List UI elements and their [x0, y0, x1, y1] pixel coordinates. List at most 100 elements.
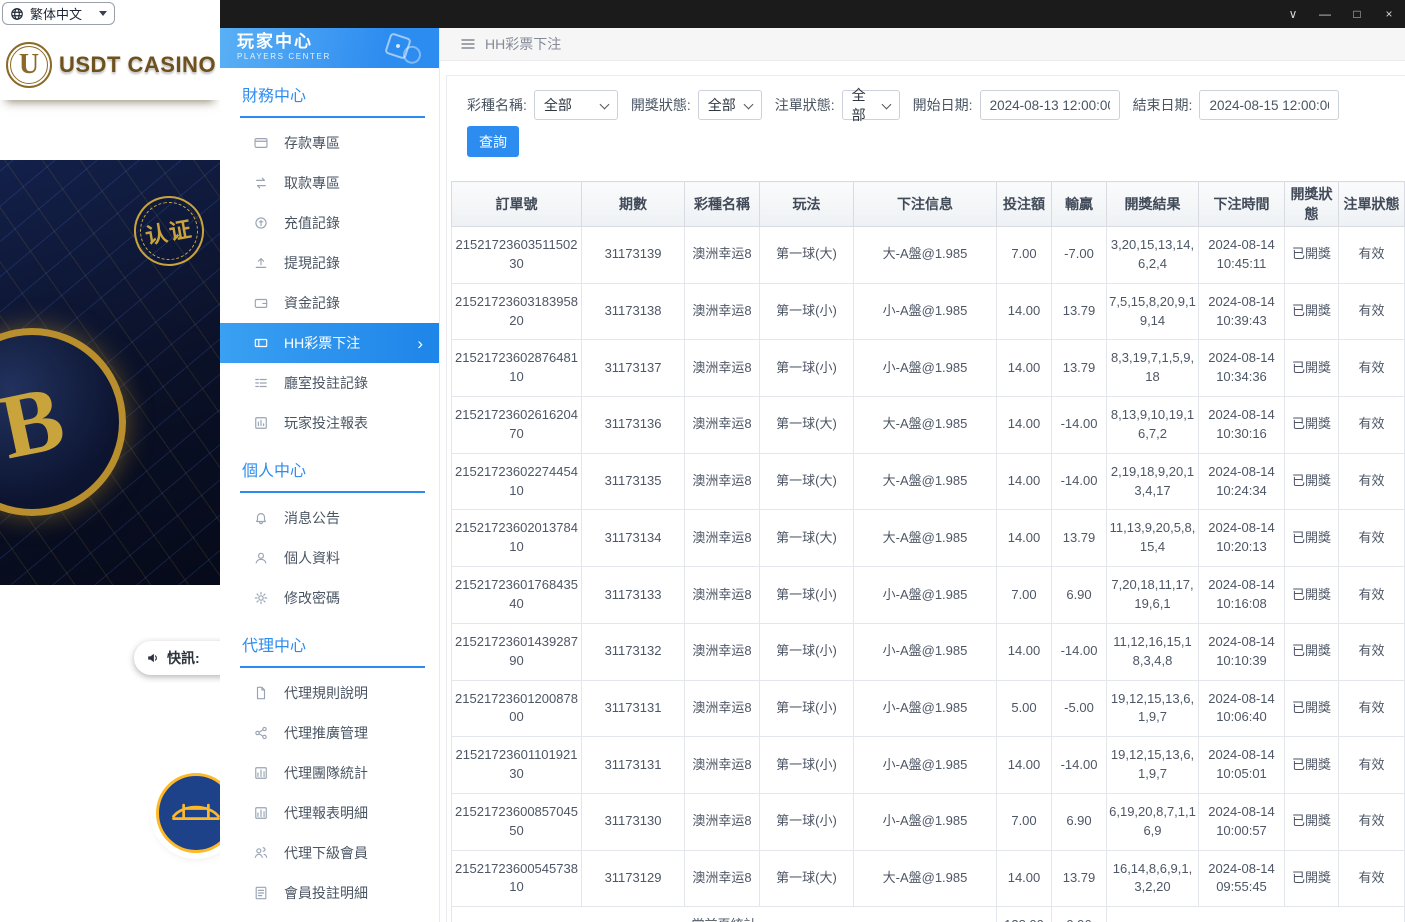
sidebar-item-agent-team-stats[interactable]: 代理團隊統計 [220, 753, 439, 793]
table-cell: 2024-08-14 10:45:11 [1199, 227, 1285, 284]
draw-status-select[interactable]: 全部 [698, 90, 762, 120]
sidebar-item-label: 個人資料 [284, 548, 340, 568]
sidebar-item-messages[interactable]: 消息公告 [220, 498, 439, 538]
app-window: 繁体中文 U USDT CASINO B 认证 快訊: ∨—□× 玩家中心 PL… [0, 0, 1405, 922]
table-row: 215217236014392879031173132澳洲幸运8第一球(小)小-… [452, 623, 1405, 680]
column-header: 下注信息 [854, 182, 997, 227]
table-cell: 有效 [1339, 283, 1405, 340]
table-cell: 11,12,16,15,18,3,4,8 [1107, 623, 1199, 680]
search-button[interactable]: 查詢 [467, 126, 519, 157]
table-cell: 14.00 [997, 283, 1052, 340]
table-cell: 小-A盤@1.985 [854, 340, 997, 397]
table-cell: 已開獎 [1285, 623, 1339, 680]
caret-down-icon [99, 11, 107, 16]
table-cell: 有效 [1339, 680, 1405, 737]
table-cell: 小-A盤@1.985 [854, 623, 997, 680]
column-header: 開獎狀態 [1285, 182, 1339, 227]
hamburger-menu-icon[interactable] [460, 36, 476, 52]
table-cell: 已開獎 [1285, 283, 1339, 340]
close-button[interactable]: × [1373, 0, 1405, 28]
table-cell: 2152172360120087800 [452, 680, 582, 737]
sidebar-item-label: 代理報表明細 [284, 803, 368, 823]
sidebar-item-label: 代理下級會員 [284, 843, 368, 863]
sidebar-item-withdrawal-records[interactable]: 提現記錄 [220, 243, 439, 283]
table-cell: 31173138 [582, 283, 685, 340]
maximize-button[interactable]: □ [1341, 0, 1373, 28]
sidebar-item-hh-lottery-bets[interactable]: HH彩票下注› [220, 323, 439, 363]
minimize-button[interactable]: — [1309, 0, 1341, 28]
table-cell: 7,20,18,11,17,19,6,1 [1107, 567, 1199, 624]
section-title: 財務中心 [240, 68, 425, 118]
chevron-down-button[interactable]: ∨ [1277, 0, 1309, 28]
table-cell: -14.00 [1052, 453, 1107, 510]
sidebar-item-agent-rules[interactable]: 代理規則說明 [220, 673, 439, 713]
sidebar-item-deposit-area[interactable]: 存款專區 [220, 123, 439, 163]
table-cell: 31173139 [582, 227, 685, 284]
news-ticker[interactable]: 快訊: [134, 641, 220, 675]
table-cell: 2152172360287648110 [452, 340, 582, 397]
end-date-input[interactable] [1199, 90, 1339, 120]
sidebar-item-label: 代理推廣管理 [284, 723, 368, 743]
table-cell: 13.79 [1052, 510, 1107, 567]
order-status-select[interactable]: 全部 [842, 90, 900, 120]
sidebar-item-funds-records[interactable]: 資金記錄 [220, 283, 439, 323]
order-status-value: 全部 [852, 85, 877, 125]
table-cell: 31173134 [582, 510, 685, 567]
table-cell: 14.00 [997, 510, 1052, 567]
chevron-down-icon: ∨ [1289, 7, 1298, 21]
content-card: 彩種名稱: 全部 開獎狀態: 全部 注單狀態: 全部 開始日期: 結束日期: 查… [446, 75, 1405, 922]
sidebar-item-member-bet-details[interactable]: 會員投註明細 [220, 873, 439, 913]
sidebar-item-agent-promotion[interactable]: 代理推廣管理 [220, 713, 439, 753]
bell-icon [254, 511, 269, 525]
table-cell: 2024-08-14 10:10:39 [1199, 623, 1285, 680]
draw-status-value: 全部 [708, 95, 736, 115]
language-label: 繁体中文 [30, 4, 82, 23]
table-cell: 14.00 [997, 397, 1052, 454]
sidebar-item-recharge-records[interactable]: 充值記錄 [220, 203, 439, 243]
sidebar-item-label: 充值記錄 [284, 213, 340, 233]
maximize-icon: □ [1353, 7, 1360, 21]
minimize-icon: — [1319, 7, 1331, 21]
sidebar-item-agent-report-details[interactable]: 代理報表明細 [220, 793, 439, 833]
table-cell: 31173137 [582, 340, 685, 397]
lottery-name-select[interactable]: 全部 [534, 90, 618, 120]
language-selector[interactable]: 繁体中文 [2, 2, 115, 25]
table-row: 215217236020137841031173134澳洲幸运8第一球(大)大-… [452, 510, 1405, 567]
table-cell: 2152172360201378410 [452, 510, 582, 567]
sidebar-item-player-bet-report[interactable]: 玩家投注報表 [220, 403, 439, 443]
sidebar-item-label: 代理規則說明 [284, 683, 368, 703]
table-cell: 澳洲幸运8 [685, 793, 760, 850]
sidebar-item-member-transaction-details[interactable]: 會員交易明細 [220, 913, 439, 922]
table-cell: 2152172360085704550 [452, 793, 582, 850]
table-cell: 6.90 [1052, 567, 1107, 624]
table-cell: 7.00 [997, 567, 1052, 624]
speaker-icon [146, 651, 160, 665]
sidebar-item-label: 提現記錄 [284, 253, 340, 273]
sidebar-item-change-password[interactable]: 修改密碼 [220, 578, 439, 618]
sidebar-item-agent-sub-members[interactable]: 代理下級會員 [220, 833, 439, 873]
sidebar-item-withdraw-area[interactable]: 取款專區 [220, 163, 439, 203]
table-cell: 有效 [1339, 737, 1405, 794]
table-row: 215217236008570455031173130澳洲幸运8第一球(小)小-… [452, 793, 1405, 850]
table-cell: 2152172360227445410 [452, 453, 582, 510]
table-cell: 31173130 [582, 793, 685, 850]
summary-row: 當前頁統計138.000.96 [452, 907, 1405, 922]
table-cell: 13.79 [1052, 340, 1107, 397]
summary-label: 當前頁統計 [452, 907, 997, 922]
sidebar-item-room-bet-records[interactable]: 廳室投註記錄 [220, 363, 439, 403]
bitcoin-banner: B 认证 [0, 160, 220, 585]
table-cell: 8,13,9,10,19,16,7,2 [1107, 397, 1199, 454]
table-row: 215217236028764811031173137澳洲幸运8第一球(小)小-… [452, 340, 1405, 397]
column-header: 彩種名稱 [685, 182, 760, 227]
table-cell: 已開獎 [1285, 227, 1339, 284]
table-cell: 已開獎 [1285, 510, 1339, 567]
sidebar-item-label: 存款專區 [284, 133, 340, 153]
start-date-input[interactable] [980, 90, 1120, 120]
table-cell: 第一球(大) [760, 453, 854, 510]
table-cell: 第一球(小) [760, 793, 854, 850]
sidebar-item-profile[interactable]: 個人資料 [220, 538, 439, 578]
table-cell: 大-A盤@1.985 [854, 453, 997, 510]
table-cell: 小-A盤@1.985 [854, 680, 997, 737]
lottery-name-label: 彩種名稱: [467, 95, 527, 115]
table-cell: 有效 [1339, 793, 1405, 850]
